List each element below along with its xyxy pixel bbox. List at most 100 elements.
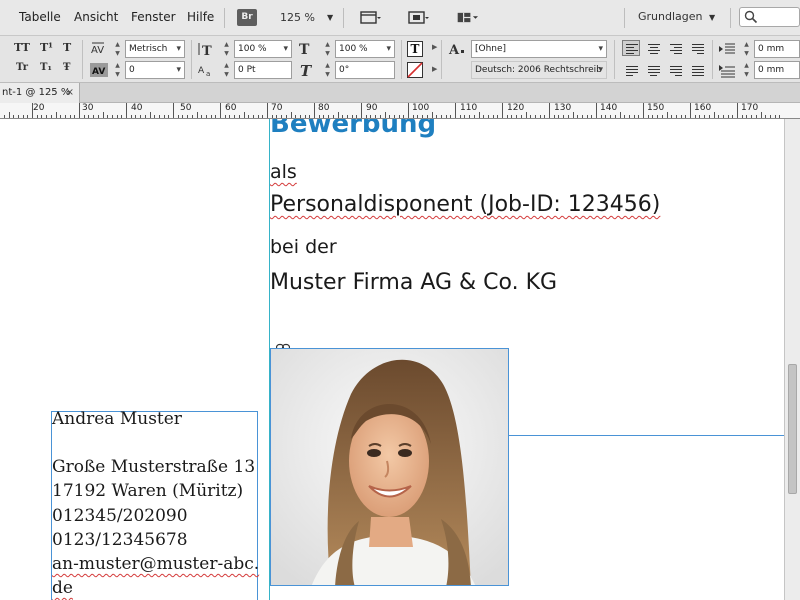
kerning-select[interactable]: Metrisch [125,40,185,58]
horizontal-ruler[interactable]: 20 30 40 50 60 70 80 90 100 110 120 130 … [0,103,800,119]
superscript-button[interactable]: T¹ [40,41,53,54]
ruler-tick [36,115,38,118]
vertical-scale-select[interactable]: 100 % [234,40,292,58]
skew-stepper[interactable]: ▲ ▼ [323,61,332,79]
heading-bewerbung[interactable]: Bewerbung [270,119,436,139]
ruler-tick [544,115,546,118]
address-city[interactable]: 17192 Waren (Müritz) [52,481,243,501]
justify-all-button[interactable] [688,62,706,78]
align-center-button[interactable] [644,40,662,56]
baseline-shift-field[interactable]: 0 Pt [234,61,292,79]
ruler-tick [741,115,743,118]
address-name[interactable]: Andrea Muster [52,409,182,429]
menu-hilfe[interactable]: Hilfe [187,10,214,24]
close-icon[interactable]: × [66,83,74,102]
workspace-select[interactable]: Grundlagen [638,10,703,23]
address-mobile[interactable]: 0123/12345678 [52,530,188,550]
ruler-label: 90 [366,103,378,113]
panel-separator [614,40,615,79]
ruler-tick [149,112,151,118]
align-left-button[interactable] [622,40,640,56]
ruler-tick [144,115,146,118]
address-street[interactable]: Große Musterstraße 13 [52,457,255,477]
text-position[interactable]: Personaldisponent (Job-ID: 123456) [270,192,660,217]
text-als[interactable]: als [270,161,297,183]
vertical-scrollbar[interactable] [784,119,800,600]
align-towards-spine-button[interactable] [688,40,706,56]
first-line-indent-icon [719,65,735,78]
strikethrough-button[interactable]: Ŧ [63,62,70,73]
view-options-icon[interactable] [359,9,381,26]
search-input[interactable] [739,7,800,27]
document-tab[interactable]: nt-1 @ 125 % × [0,83,80,103]
horizontal-scale-select[interactable]: 100 % [335,40,395,58]
address-email-line-1[interactable]: an-muster@muster-abc. [52,554,259,574]
screen-mode-icon[interactable] [407,9,429,26]
scrollbar-thumb[interactable] [788,364,797,494]
skew-icon: T [300,62,313,78]
left-indent-field[interactable]: 0 mm [754,40,800,58]
svg-text:a: a [206,70,210,77]
chevron-down-icon[interactable]: ▼ [327,13,333,22]
small-caps-button[interactable]: Tr [16,62,28,73]
ruler-tick [304,115,306,118]
align-right-button[interactable] [666,40,684,56]
ruler-tick [647,115,649,118]
ruler-tick [779,115,781,118]
ruler-tick [412,115,414,118]
tracking-stepper[interactable]: ▲ ▼ [113,61,122,79]
skew-field[interactable]: 0° [335,61,395,79]
justify-center-button[interactable] [644,62,662,78]
tracking-icon: AV [90,63,108,77]
menu-fenster[interactable]: Fenster [131,10,176,24]
ruler-tick [3,115,5,118]
text-fill-swatch[interactable]: T [407,41,423,57]
applicant-photo-frame[interactable] [270,348,509,586]
bridge-button[interactable]: Br [237,9,257,26]
first-line-indent-stepper[interactable]: ▲ ▼ [742,61,751,79]
left-indent-stepper[interactable]: ▲ ▼ [742,40,751,58]
ruler-tick [455,103,456,118]
ruler-tick [600,115,602,118]
ruler-tick [417,115,419,118]
justify-right-button[interactable] [666,62,684,78]
ruler-tick [774,115,776,118]
menu-tabelle[interactable]: Tabelle [19,10,61,24]
text-company[interactable]: Muster Firma AG & Co. KG [270,270,557,295]
first-line-indent-field[interactable]: 0 mm [754,61,800,79]
vertical-scale-icon: T [198,43,212,56]
subscript-button[interactable]: T₁ [40,62,52,73]
swatch-arrow-icon[interactable]: ▶ [432,43,437,51]
ruler-tick [440,115,442,118]
character-style-select[interactable]: [Ohne] [471,40,607,58]
justify-left-button[interactable] [622,62,640,78]
kerning-icon: AV [91,42,104,56]
arrange-documents-icon[interactable] [456,9,478,26]
address-email-line-2[interactable]: de [52,578,73,598]
ruler-tick [690,103,691,118]
ruler-tick [130,115,132,118]
vertical-scale-stepper[interactable]: ▲ ▼ [222,40,231,58]
horizontal-scale-stepper[interactable]: ▲ ▼ [323,40,332,58]
menu-ansicht[interactable]: Ansicht [74,10,118,24]
chevron-down-icon[interactable]: ▼ [709,13,715,22]
address-phone[interactable]: 012345/202090 [52,506,188,526]
ruler-tick [422,115,424,118]
text-bei-der[interactable]: bei der [270,236,337,258]
menu-bar: Tabelle Ansicht Fenster Hilfe Br 125 % ▼… [0,0,800,36]
swatch-arrow-icon[interactable]: ▶ [432,65,437,73]
ruler-tick [97,115,99,118]
baseline-shift-stepper[interactable]: ▲ ▼ [222,61,231,79]
ruler-label: 110 [460,103,478,113]
ruler-tick [196,112,198,118]
kerning-stepper[interactable]: ▲ ▼ [113,40,122,58]
ruler-tick [605,115,607,118]
underline-button[interactable]: T [63,41,71,54]
ruler-tick [168,115,170,118]
text-stroke-swatch[interactable] [407,62,423,78]
tracking-select[interactable]: 0 [125,61,185,79]
all-caps-button[interactable]: TT [14,41,30,54]
document-canvas[interactable]: Bewerbung als Personaldisponent (Job-ID:… [0,119,784,600]
language-select[interactable]: Deutsch: 2006 Rechtschreib [471,61,607,79]
zoom-level-select[interactable]: 125 % [280,11,315,24]
